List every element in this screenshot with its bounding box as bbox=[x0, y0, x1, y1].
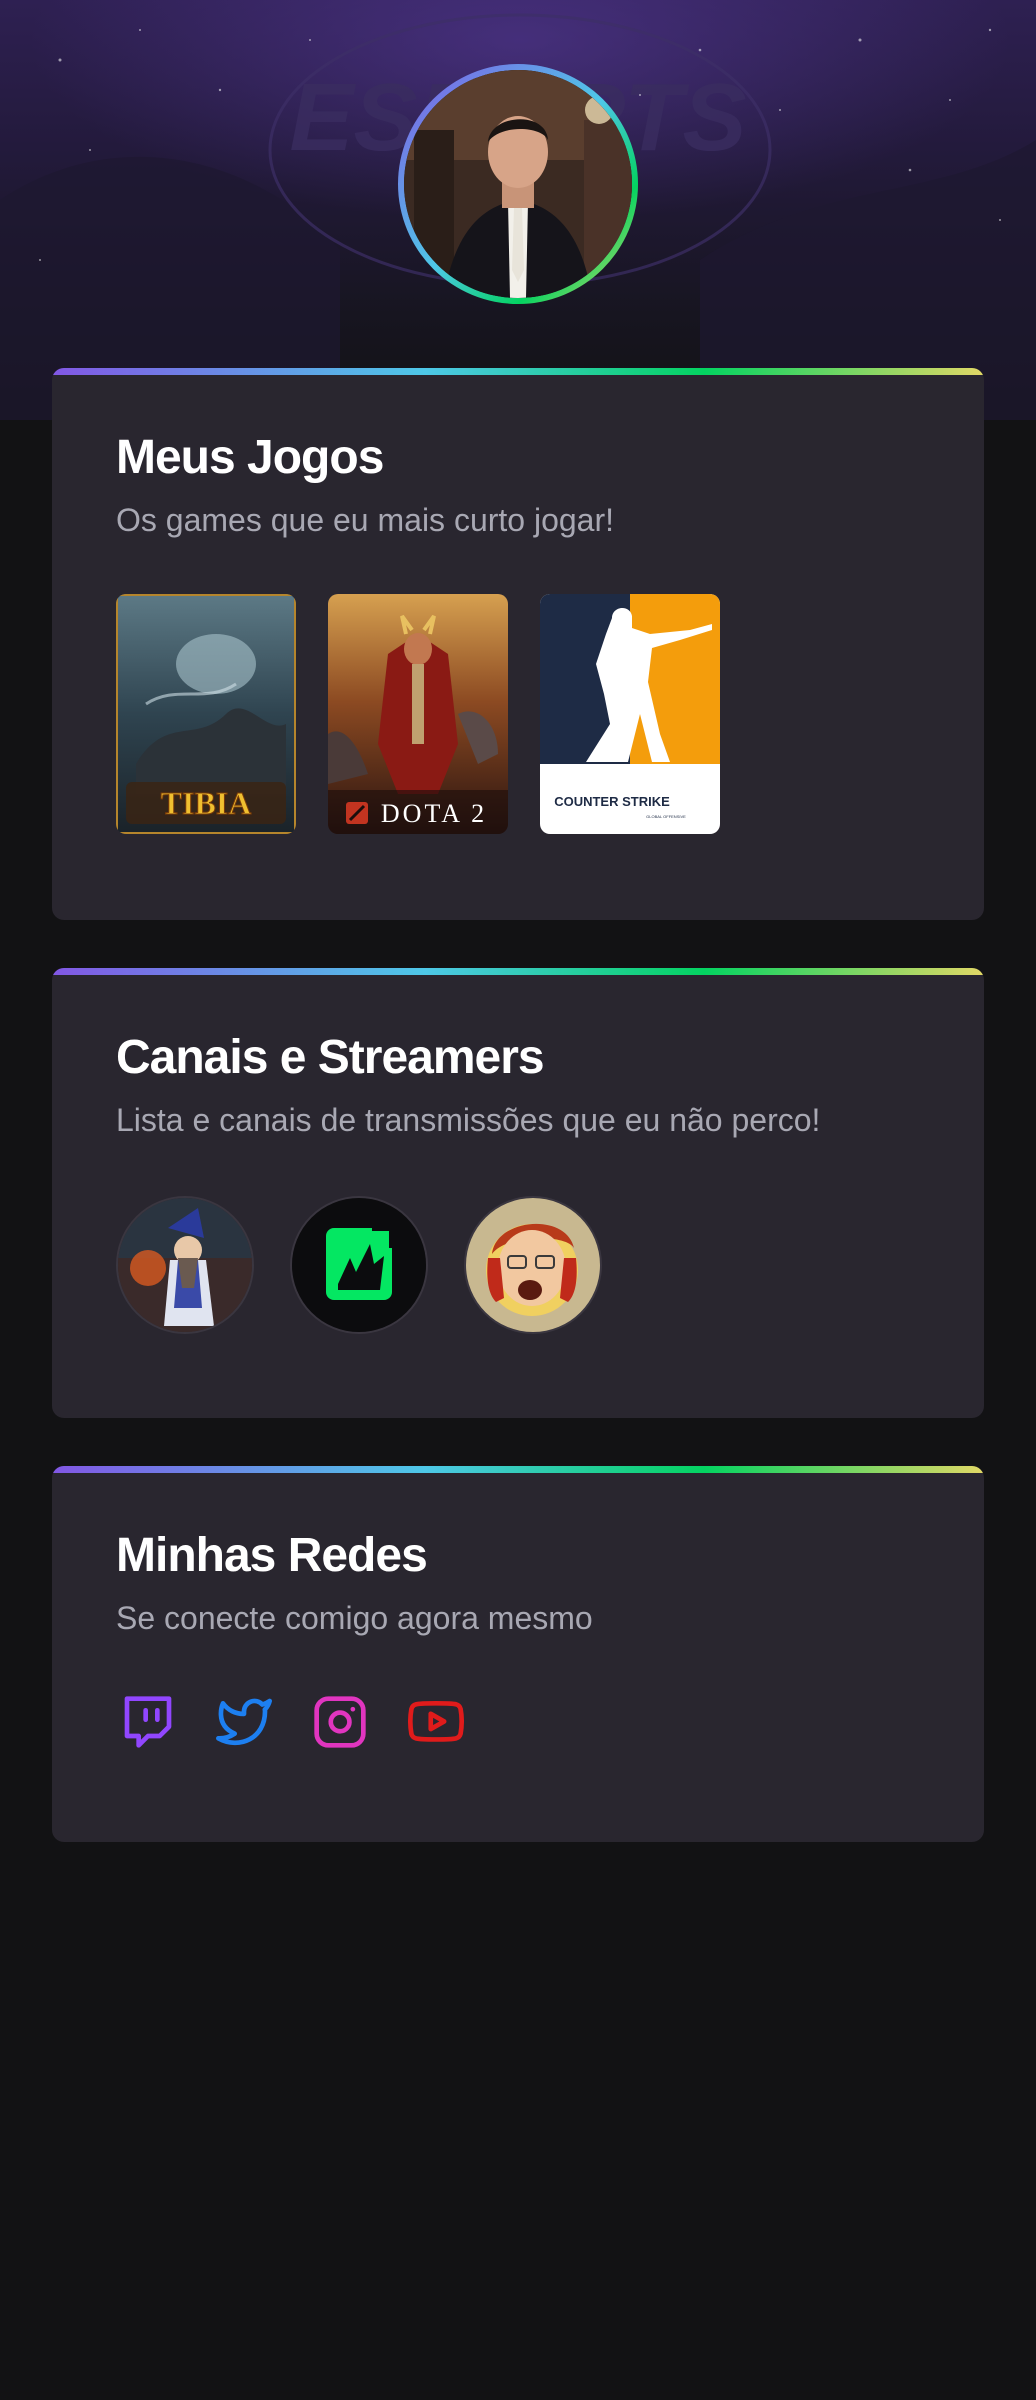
dota2-logo-text: DOTA 2 bbox=[381, 799, 487, 828]
socials-section: Minhas Redes Se conecte comigo agora mes… bbox=[52, 1466, 984, 1842]
game-card-tibia[interactable]: TIBIA bbox=[116, 594, 296, 834]
channels-list bbox=[116, 1196, 920, 1334]
wizard-avatar-image bbox=[118, 1198, 252, 1332]
counter-strike-cover-image: COUNTER STRIKE GLOBAL OFFENSIVE bbox=[540, 594, 720, 834]
instagram-icon[interactable] bbox=[312, 1694, 368, 1750]
game-card-counter-strike[interactable]: COUNTER STRIKE GLOBAL OFFENSIVE bbox=[540, 594, 720, 834]
channel-avatar-wizard[interactable] bbox=[116, 1196, 254, 1334]
dota2-cover-image: DOTA 2 bbox=[328, 594, 508, 834]
tibia-cover-image: TIBIA bbox=[116, 594, 296, 834]
twitch-icon[interactable] bbox=[120, 1694, 176, 1750]
profile-avatar bbox=[398, 64, 638, 304]
channels-section-title: Canais e Streamers bbox=[116, 1031, 545, 1084]
counter-strike-logo-text: COUNTER STRIKE bbox=[554, 794, 670, 809]
channels-section-subtitle: Lista e canais de transmissões que eu nã… bbox=[116, 1102, 821, 1138]
youtube-icon[interactable] bbox=[407, 1694, 465, 1750]
channel-avatar-streamer[interactable] bbox=[464, 1196, 602, 1334]
channel-avatar-green-logo[interactable] bbox=[290, 1196, 428, 1334]
games-list: TIBIA DOTA 2 COUNTER STRIKE GLOBAL OFFEN… bbox=[116, 594, 920, 834]
profile-photo bbox=[404, 70, 632, 298]
green-logo-avatar-image bbox=[292, 1198, 426, 1332]
counter-strike-sublabel: GLOBAL OFFENSIVE bbox=[646, 814, 686, 819]
games-section-title: Meus Jogos bbox=[116, 431, 384, 484]
channels-section: Canais e Streamers Lista e canais de tra… bbox=[52, 968, 984, 1418]
tibia-logo-text: TIBIA bbox=[161, 785, 252, 821]
games-section-subtitle: Os games que eu mais curto jogar! bbox=[116, 502, 615, 538]
streamer-avatar-image bbox=[466, 1198, 600, 1332]
socials-section-subtitle: Se conecte comigo agora mesmo bbox=[116, 1600, 593, 1636]
games-section: Meus Jogos Os games que eu mais curto jo… bbox=[52, 368, 984, 920]
hero-banner: ESPORTS bbox=[0, 0, 1036, 420]
twitter-icon[interactable] bbox=[216, 1694, 272, 1750]
socials-section-title: Minhas Redes bbox=[116, 1529, 428, 1582]
game-card-dota2[interactable]: DOTA 2 bbox=[328, 594, 508, 834]
social-links bbox=[116, 1694, 920, 1750]
